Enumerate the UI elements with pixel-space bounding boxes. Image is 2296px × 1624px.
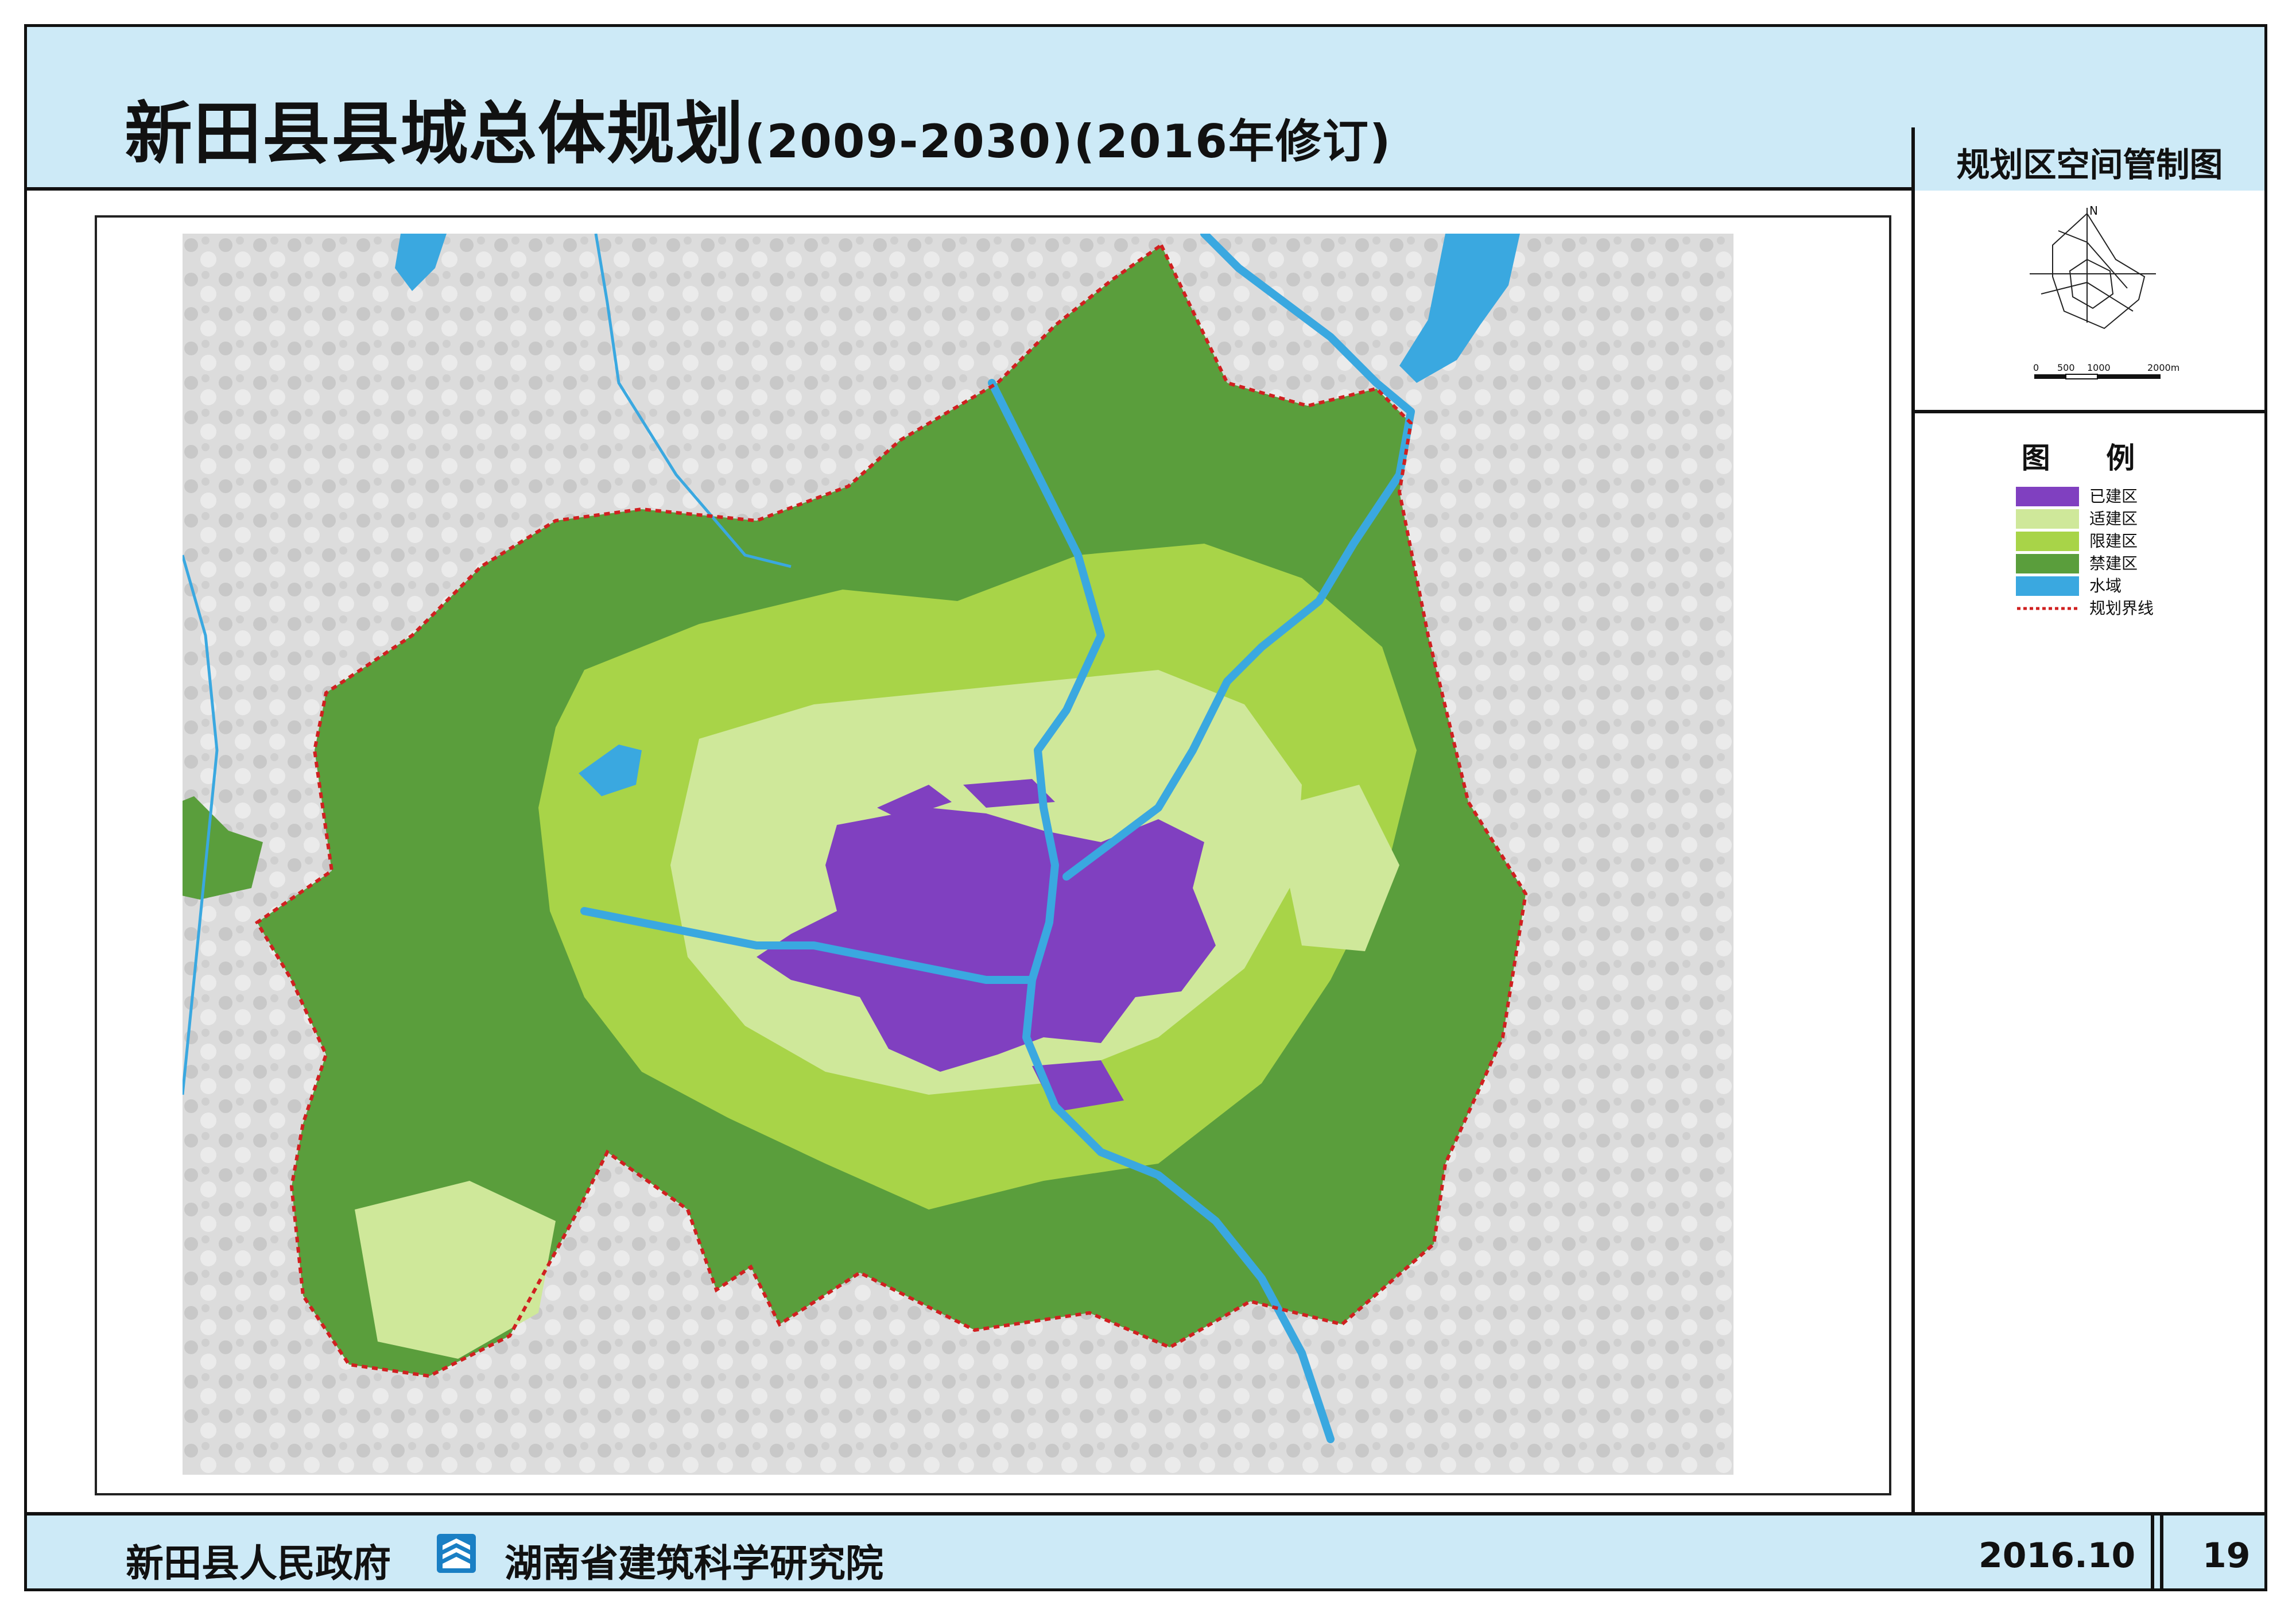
legend-swatch — [2016, 554, 2079, 573]
institute-name: 湖南省建筑科学研究院 — [505, 1541, 883, 1586]
legend-label: 水域 — [2089, 576, 2122, 595]
legend-swatch — [2016, 576, 2079, 596]
scale-label-0: 0 — [2033, 362, 2039, 373]
footer-bar: 新田县人民政府 湖南省建筑科学研究院 2016.10 19 — [27, 1512, 2264, 1588]
institute-logo-icon — [437, 1534, 476, 1573]
legend-label: 规划界线 — [2089, 599, 2154, 618]
footer-divider — [2160, 1516, 2163, 1588]
legend-swatch-boundary — [2016, 599, 2079, 618]
scale-label-500: 500 — [2057, 362, 2075, 373]
title-main: 新田县县城总体规划 — [125, 94, 745, 173]
legend-title: 图 例 — [2021, 441, 2158, 475]
map-name-box: 规划区空间管制图 — [1911, 127, 2264, 191]
north-label: N — [2089, 204, 2098, 218]
legend: 图 例 已建区 适建区 限建区 禁建区 水域 规划界线 — [1915, 413, 2264, 1512]
location-inset: N 0 500 1000 2000m — [1915, 191, 2264, 413]
page-number: 19 — [2202, 1536, 2251, 1576]
footer-divider — [2151, 1516, 2154, 1588]
legend-label: 已建区 — [2089, 487, 2138, 506]
legend-swatch — [2016, 487, 2079, 506]
page-title: 新田县县城总体规划(2009-2030)(2016年修订) — [125, 79, 1391, 177]
scale-label-1000: 1000 — [2087, 362, 2111, 373]
location-diagram: N 0 500 1000 2000m — [2030, 204, 2179, 379]
scale-label-2000: 2000m — [2147, 362, 2179, 373]
legend-label: 适建区 — [2089, 509, 2138, 528]
legend-swatch — [2016, 532, 2079, 551]
government-name: 新田县人民政府 — [126, 1541, 391, 1586]
legend-label: 限建区 — [2089, 532, 2138, 551]
scale-bar: 0 500 1000 2000m — [2033, 362, 2179, 379]
issue-date: 2016.10 — [1979, 1536, 2136, 1576]
legend-swatch — [2016, 509, 2079, 529]
planning-map — [183, 234, 1733, 1475]
legend-label: 禁建区 — [2089, 554, 2138, 573]
title-years: (2009-2030)(2016年修订) — [744, 115, 1392, 168]
map-name: 规划区空间管制图 — [1956, 145, 2223, 184]
